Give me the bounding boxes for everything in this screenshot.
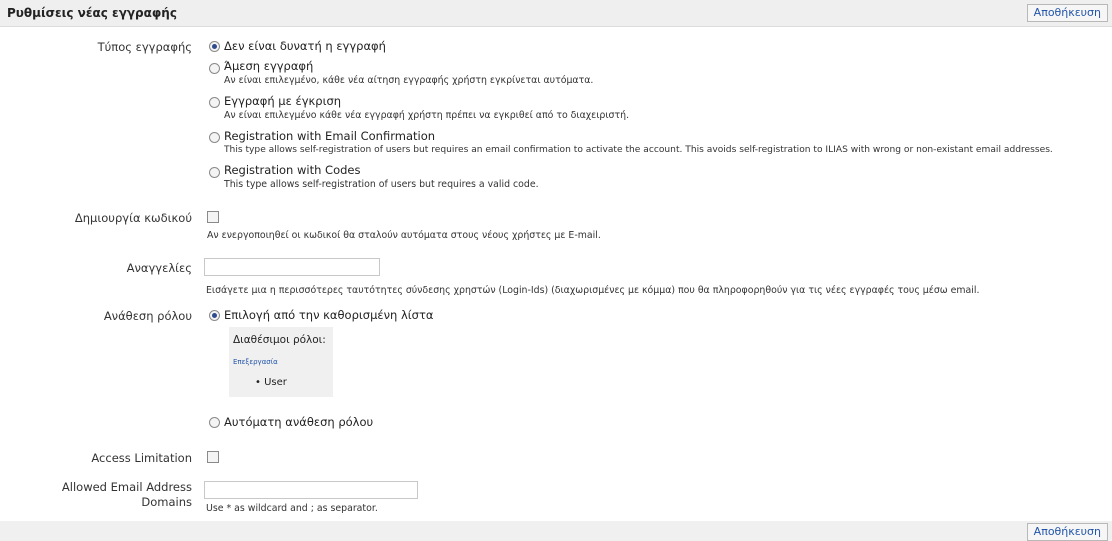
radio-no-registration[interactable] <box>209 41 220 52</box>
form-title: Ρυθμίσεις νέας εγγραφής <box>7 6 177 20</box>
radio-role-automatic[interactable] <box>209 417 220 428</box>
option-approval-registration-label: Εγγραφή με έγκριση <box>224 94 342 108</box>
registration-type-label: Τύπος εγγραφής <box>97 40 192 54</box>
option-direct-registration-label: Άμεση εγγραφή <box>224 59 314 73</box>
allowed-domains-input[interactable] <box>204 481 418 499</box>
radio-approval-registration[interactable] <box>209 97 220 108</box>
access-limitation-label: Access Limitation <box>91 451 192 465</box>
available-roles-title: Διαθέσιμοι ρόλοι: <box>233 334 326 346</box>
form-footer: Αποθήκευση <box>0 521 1112 541</box>
notifications-input[interactable] <box>204 258 380 276</box>
available-roles-box: Διαθέσιμοι ρόλοι: Επεξεργασία • User <box>229 327 333 397</box>
edit-roles-link[interactable]: Επεξεργασία <box>233 358 278 366</box>
option-role-fixed-list-label: Επιλογή από την καθορισμένη λίστα <box>224 308 434 322</box>
allowed-domains-label-line1: Allowed Email Address <box>61 480 192 494</box>
notifications-label: Αναγγελίες <box>126 261 192 275</box>
form-header: Ρυθμίσεις νέας εγγραφής Αποθήκευση <box>0 0 1112 27</box>
allowed-domains-desc: Use * as wildcard and ; as separator. <box>206 503 378 514</box>
notifications-desc: Εισάγετε μια η περισσότερες ταυτότητες σ… <box>206 285 980 296</box>
password-generation-checkbox[interactable] <box>207 211 219 223</box>
save-button-bottom[interactable]: Αποθήκευση <box>1026 523 1108 541</box>
option-no-registration-label: Δεν είναι δυνατή η εγγραφή <box>224 39 386 53</box>
role-assignment-label: Ανάθεση ρόλου <box>103 309 192 323</box>
role-list-item: • User <box>255 377 287 388</box>
radio-role-fixed-list[interactable] <box>209 310 220 321</box>
option-approval-registration-desc: Αν είναι επιλεγμένο κάθε νέα εγγραφή χρή… <box>224 110 630 121</box>
password-generation-label: Δημιουργία κωδικού <box>74 211 192 225</box>
password-generation-desc: Αν ενεργοποιηθεί οι κωδικοί θα σταλούν α… <box>207 230 601 241</box>
radio-email-confirmation[interactable] <box>209 132 220 143</box>
option-direct-registration-desc: Αν είναι επιλεγμένο, κάθε νέα αίτηση εγγ… <box>224 75 594 86</box>
save-button-top[interactable]: Αποθήκευση <box>1026 4 1108 22</box>
radio-direct-registration[interactable] <box>209 63 220 74</box>
option-email-confirmation-desc: This type allows self-registration of us… <box>224 145 1053 155</box>
access-limitation-checkbox[interactable] <box>207 451 219 463</box>
role-name: User <box>264 377 287 388</box>
option-role-automatic-label: Αυτόματη ανάθεση ρόλου <box>224 415 374 429</box>
allowed-domains-label: Allowed Email Address Domains <box>62 480 192 510</box>
allowed-domains-label-line2: Domains <box>141 495 192 509</box>
option-registration-codes-desc: This type allows self-registration of us… <box>224 179 539 190</box>
radio-registration-codes[interactable] <box>209 167 220 178</box>
option-registration-codes-label: Registration with Codes <box>224 163 361 177</box>
option-email-confirmation-label: Registration with Email Confirmation <box>224 129 436 143</box>
